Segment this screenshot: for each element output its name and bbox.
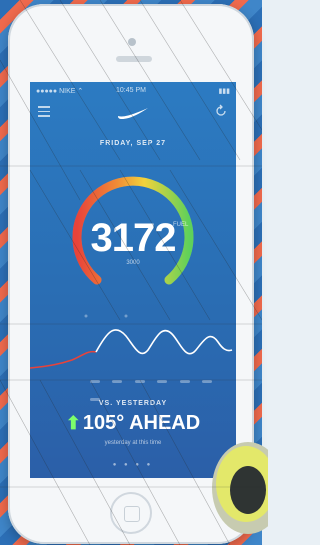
menu-icon[interactable] [38,106,50,117]
home-button[interactable] [110,492,152,534]
page-indicator[interactable]: ● ● ● ● [30,462,236,468]
battery-icon: ▮▮▮ [218,88,230,95]
tick-3 [134,380,145,383]
fuel-value: 3172 [90,216,177,260]
fuel-unit-label: FUEL [173,222,189,228]
earpiece-speaker [116,56,152,62]
comparison-value: 105° AHEAD [82,412,201,434]
tick-1 [90,380,100,383]
time-axis-ticks [90,370,230,401]
status-bar: ●●●●● NIKE ⌃ 10:45 PM ▮▮▮ [36,86,230,98]
date-label: FRIDAY, SEP 27 [99,140,167,147]
tick-5 [179,380,190,383]
app-screen: ●●●●● NIKE ⌃ 10:45 PM ▮▮▮ FRIDAY, SEP 27 [30,82,236,478]
tick-2 [112,380,123,383]
carrier-label: ●●●●● NIKE ⌃ [36,88,84,95]
comparison-title: VS. YESTERDAY [98,400,168,407]
fuelband-device [212,442,268,534]
comparison-subtitle: yesterday at this time [104,440,162,446]
activity-point-left [84,314,88,318]
comparison-value-row: ⬆ 105° AHEAD [30,412,236,435]
activity-line-white [95,329,233,355]
up-arrow-icon: ⬆ [65,413,81,433]
nike-swoosh-icon [118,108,148,119]
clock-label: 10:45 PM [116,87,146,94]
tick-4 [157,380,168,383]
front-camera [128,38,136,46]
sync-icon[interactable] [214,104,228,118]
fuel-goal-label: 3000 [126,260,140,266]
activity-point-mid [124,314,128,318]
tick-6 [202,380,213,383]
activity-line-red [30,350,97,369]
